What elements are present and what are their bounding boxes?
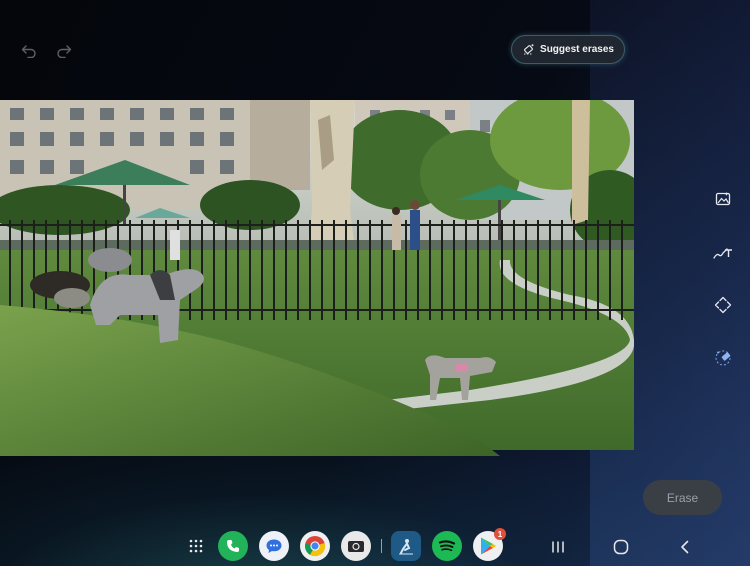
recents-icon	[552, 541, 564, 553]
chrome-app[interactable]	[300, 531, 330, 561]
spotify-app[interactable]	[432, 531, 462, 561]
spotify-icon	[438, 540, 456, 552]
app-grid-icon	[189, 539, 203, 553]
undo-icon	[21, 45, 36, 58]
notification-badge: 1	[494, 528, 506, 540]
all-apps-button[interactable]	[181, 531, 211, 561]
phone-icon	[227, 540, 239, 552]
kindle-app[interactable]	[391, 531, 421, 561]
image-adjust-tool[interactable]	[712, 188, 734, 210]
redo-button[interactable]	[51, 38, 77, 64]
kindle-reader-icon	[399, 539, 413, 555]
play-store-app[interactable]: 1	[473, 528, 506, 561]
home-icon	[613, 539, 629, 555]
back-button[interactable]	[674, 536, 696, 558]
messages-app[interactable]	[259, 531, 289, 561]
erase-button[interactable]: Erase	[643, 480, 722, 515]
resize-icon	[714, 296, 732, 314]
redo-icon	[57, 45, 72, 58]
home-button[interactable]	[610, 536, 632, 558]
recents-button[interactable]	[547, 536, 569, 558]
phone-app[interactable]	[218, 531, 248, 561]
suggest-erases-label: Suggest erases	[540, 44, 614, 55]
resize-tool[interactable]	[712, 294, 734, 316]
suggest-erases-button[interactable]: Suggest erases	[511, 35, 625, 64]
undo-button[interactable]	[16, 38, 42, 64]
park-photo	[0, 100, 634, 456]
handwriting-tool[interactable]	[712, 242, 734, 264]
chrome-icon	[305, 536, 326, 557]
camera-app[interactable]	[341, 531, 371, 561]
eraser-tool[interactable]	[712, 347, 734, 369]
dock-separator	[381, 539, 382, 553]
camera-icon	[348, 541, 364, 552]
photo-canvas[interactable]	[0, 100, 634, 456]
back-icon	[681, 540, 689, 554]
handwriting-icon	[713, 248, 732, 259]
eraser-icon	[715, 350, 731, 366]
image-adjust-icon	[715, 192, 731, 206]
messages-icon	[266, 539, 282, 553]
play-store-icon	[481, 537, 496, 555]
sparkle-eraser-icon	[524, 44, 534, 55]
